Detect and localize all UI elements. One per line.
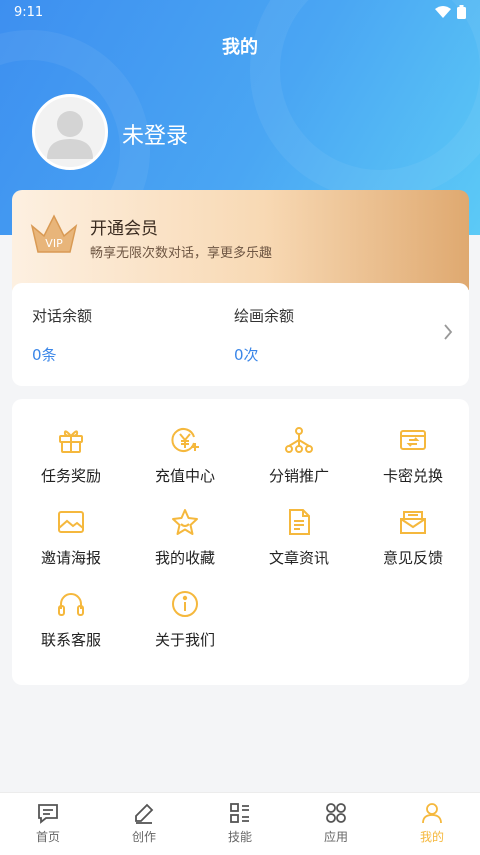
battery-icon <box>457 5 466 19</box>
nav-item-apps[interactable]: 应用 <box>288 801 384 845</box>
nav-item-skills[interactable]: 技能 <box>192 801 288 845</box>
menu-item-label: 邀请海报 <box>40 549 101 567</box>
menu-item-task-reward[interactable]: 任务奖励 <box>14 425 128 497</box>
feedback-mail-icon <box>400 511 426 534</box>
avatar[interactable] <box>32 94 108 170</box>
status-bar: 9:11 <box>0 0 480 24</box>
nav-item-create[interactable]: 创作 <box>96 801 192 845</box>
user-icon <box>422 803 442 824</box>
share-tree-icon <box>285 427 313 453</box>
draw-balance-label: 绘画余额 <box>234 307 295 325</box>
chat-balance: 对话余额 0条 <box>32 305 92 365</box>
apps-icon <box>326 803 346 823</box>
menu-item-feedback[interactable]: 意见反馈 <box>356 507 470 579</box>
menu-item-label: 联系客服 <box>40 631 101 649</box>
user-placeholder-icon <box>47 111 93 159</box>
menu-item-label: 关于我们 <box>154 631 215 649</box>
headphones-icon <box>58 593 84 616</box>
menu-item-card-exchange[interactable]: 卡密兑换 <box>356 425 470 497</box>
menu-item-label: 意见反馈 <box>382 549 443 567</box>
page-title: 我的 <box>222 37 258 58</box>
menu-item-articles[interactable]: 文章资讯 <box>242 507 356 579</box>
nav-label: 首页 <box>35 830 60 844</box>
menu-item-label: 分销推广 <box>268 467 329 485</box>
nav-label: 我的 <box>419 830 444 844</box>
bottom-navigation: 首页 创作 技能 应用 我的 <box>0 792 480 855</box>
gift-icon <box>59 430 83 453</box>
menu-item-recharge[interactable]: 充值中心 <box>128 425 242 497</box>
menu-item-label: 充值中心 <box>154 467 215 485</box>
menu-item-label: 文章资讯 <box>268 549 329 567</box>
nav-label: 应用 <box>323 830 348 844</box>
chat-balance-value: 0条 <box>32 346 57 364</box>
menu-grid: 任务奖励 充值中心 分销推广 卡密兑换 邀请海报 我的收藏 文章资讯 意见反馈 … <box>12 399 469 685</box>
chevron-right-icon[interactable] <box>443 323 453 341</box>
wifi-icon <box>435 6 451 18</box>
menu-item-favorites[interactable]: 我的收藏 <box>128 507 242 579</box>
username-login-prompt[interactable]: 未登录 <box>122 118 188 150</box>
menu-item-invite-poster[interactable]: 邀请海报 <box>14 507 128 579</box>
poster-image-icon <box>58 511 84 533</box>
vip-badge-text: VIP <box>45 237 63 250</box>
vip-membership-banner[interactable]: VIP 开通会员 畅享无限次数对话，享更多乐趣 <box>12 190 469 290</box>
pen-icon <box>135 803 154 824</box>
menu-item-label: 我的收藏 <box>154 549 215 567</box>
draw-balance-value: 0次 <box>234 346 259 364</box>
menu-item-label: 卡密兑换 <box>382 467 443 485</box>
menu-item-contact-support[interactable]: 联系客服 <box>14 589 128 661</box>
balance-card[interactable]: 对话余额 0条 绘画余额 0次 <box>12 283 469 386</box>
nav-item-mine[interactable]: 我的 <box>384 801 480 845</box>
yen-coin-icon <box>171 428 199 452</box>
skill-list-icon <box>230 803 249 823</box>
document-icon <box>289 509 310 535</box>
draw-balance: 绘画余额 0次 <box>234 305 294 365</box>
info-icon <box>172 591 198 617</box>
nav-label: 技能 <box>227 830 252 844</box>
menu-item-distribution[interactable]: 分销推广 <box>242 425 356 497</box>
vip-subtitle: 畅享无限次数对话，享更多乐趣 <box>90 246 273 261</box>
vip-crown-icon: VIP <box>30 214 78 253</box>
chat-balance-label: 对话余额 <box>32 307 93 325</box>
vip-title: 开通会员 <box>90 219 158 239</box>
star-icon <box>172 509 198 535</box>
menu-item-about-us[interactable]: 关于我们 <box>128 589 242 661</box>
nav-item-home[interactable]: 首页 <box>0 801 96 845</box>
menu-item-label: 任务奖励 <box>40 467 101 485</box>
chat-bubble-icon <box>38 804 58 824</box>
nav-label: 创作 <box>131 830 156 844</box>
card-exchange-icon <box>400 430 426 450</box>
status-time: 9:11 <box>14 4 44 20</box>
